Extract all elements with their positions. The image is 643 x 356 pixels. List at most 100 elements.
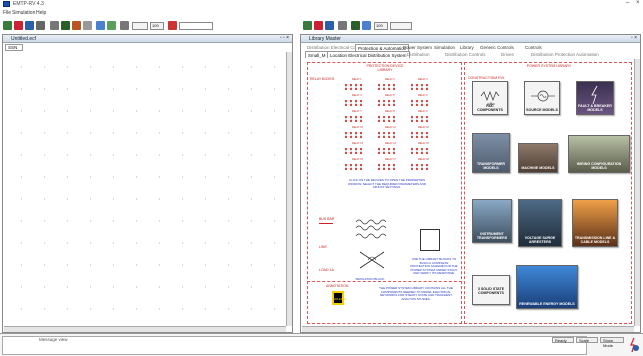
binoculars-icon[interactable] — [61, 21, 70, 30]
diagram-hscroll[interactable] — [4, 326, 286, 332]
tab-generic-controls[interactable]: Generic Controls — [478, 44, 516, 51]
tab-library[interactable]: Library — [458, 44, 476, 51]
print-icon[interactable] — [36, 21, 45, 30]
lib-open-icon[interactable] — [314, 21, 323, 30]
thumb-renewable[interactable]: RENEWABLE ENERGY MODELS — [516, 265, 578, 309]
relay-dot — [382, 135, 386, 139]
relay-symbol[interactable]: RELAY 4 — [344, 94, 362, 107]
relay-dot — [420, 99, 424, 103]
tab-distribution[interactable]: Distribution — [405, 51, 432, 58]
tab-location-eds[interactable]: Location Electrical Distribution System — [327, 51, 410, 58]
library-canvas[interactable]: PROTECTION DEVICE LIBRARY RELAY BOXES RE… — [302, 59, 634, 326]
save-icon[interactable] — [25, 21, 34, 30]
thumb-fault[interactable]: FAULT & BREAKER MODELS — [576, 81, 614, 115]
lib-save-icon[interactable] — [325, 21, 334, 30]
relay-symbol[interactable]: RELAY 14 — [377, 142, 397, 155]
thumb-transmission[interactable]: TRANSMISSION LINE & CABLE MODELS — [572, 199, 618, 247]
lib-binoculars-icon[interactable] — [351, 21, 360, 30]
relay-symbol[interactable]: RELAY 5 — [377, 94, 395, 107]
library-hscroll[interactable] — [302, 326, 634, 332]
plot-icon[interactable] — [107, 21, 116, 30]
relay-dot — [415, 99, 419, 103]
thumb-machine[interactable]: MACHINE MODELS — [518, 143, 558, 173]
thumb-rlc[interactable]: RLC COMPONENTS — [472, 81, 508, 115]
busbar-label: BUS BAR — [319, 217, 335, 221]
relay-symbol[interactable]: RELAY 12 — [410, 126, 430, 139]
lib-zoom-value[interactable]: 100 — [374, 22, 388, 30]
relay-symbol[interactable]: RELAY 11 — [377, 126, 397, 139]
tab-small-m[interactable]: Small_M — [305, 51, 329, 58]
annotation-label: ANNOTATION — [326, 284, 349, 288]
relay-dot — [382, 167, 386, 171]
relay-symbol[interactable]: RELAY 8 — [377, 110, 395, 123]
relay-symbol[interactable]: RELAY 15 — [410, 142, 430, 155]
relay-dot — [425, 115, 429, 119]
thumb-source[interactable]: SOURCE MODELS — [524, 81, 560, 115]
open-icon[interactable] — [14, 21, 23, 30]
relay-symbol[interactable]: RELAY 16 — [344, 158, 364, 171]
relay-dot — [377, 99, 381, 103]
relay-dot — [387, 99, 391, 103]
relay-dot — [387, 131, 391, 135]
thumb-instrument[interactable]: INSTRUMENT TRANSFORMERS — [472, 199, 512, 243]
lib-zoom-slider[interactable] — [390, 22, 412, 30]
relay-dot — [359, 151, 363, 155]
run-icon[interactable] — [96, 21, 105, 30]
tab-controls[interactable]: Controls — [523, 44, 544, 51]
relay-dot — [415, 119, 419, 123]
lib-cut-icon[interactable] — [338, 21, 347, 30]
relay-symbol[interactable]: RELAY 7 — [344, 110, 362, 123]
relay-dot — [349, 115, 353, 119]
thumb-surge[interactable]: VOLTAGE SURGE ARRESTERS — [518, 199, 562, 247]
close-icon[interactable]: × — [636, 0, 640, 6]
pane-controls-icon[interactable]: ▫ ▫ × — [280, 35, 289, 41]
minimize-icon[interactable]: – — [626, 0, 629, 6]
relay-symbol[interactable]: RELAY 9 — [410, 110, 429, 123]
toolbar-field[interactable] — [179, 22, 213, 30]
relay-dot — [344, 119, 348, 123]
relay-label: RELAY 9 — [418, 110, 428, 113]
menu-bar: File Simulation Help — [0, 9, 643, 17]
tab-ssn[interactable]: SSN — [5, 44, 23, 51]
relay-symbol[interactable]: RELAY 18 — [410, 158, 430, 171]
relay-symbol[interactable]: RELAY 3 — [410, 78, 428, 91]
relay-dot — [425, 131, 429, 135]
library-vscroll[interactable] — [634, 59, 640, 326]
diagram-vscroll[interactable] — [286, 52, 292, 326]
record-icon[interactable] — [168, 21, 177, 30]
measurement-block[interactable] — [420, 229, 440, 251]
relay-symbol[interactable]: RELAY 10 — [344, 126, 364, 139]
relay-dot — [410, 147, 414, 151]
thumb-wiring[interactable]: WIRING CONFIGURATION MODELS — [568, 135, 630, 173]
thumb-solid-state[interactable]: 3 SOLID STATE COMPONENTS — [472, 275, 510, 305]
relay-symbol[interactable]: RELAY 6 — [410, 94, 428, 107]
tab-distribution-protection[interactable]: Distribution Protection Automation — [529, 51, 601, 58]
relay-dot — [415, 83, 419, 87]
title-bar: EMTP-RV 4.3 – × — [0, 0, 643, 9]
lib-new-icon[interactable] — [303, 21, 312, 30]
relay-symbol[interactable]: RELAY 17 — [377, 158, 397, 171]
menu-simulation[interactable]: Simulation — [12, 10, 35, 16]
new-icon[interactable] — [3, 21, 12, 30]
relay-symbol[interactable]: RELAY 2 — [377, 78, 395, 91]
settings-icon[interactable] — [83, 21, 92, 30]
component-icon[interactable] — [72, 21, 81, 30]
zoom-value[interactable]: 100 — [150, 22, 164, 30]
relay-symbol[interactable]: RELAY 1 — [344, 78, 362, 91]
thumb-transformer[interactable]: TRANSFORMER MODELS — [472, 133, 510, 173]
cut-icon[interactable] — [50, 21, 59, 30]
menu-help[interactable]: Help — [36, 10, 46, 16]
diagram-canvas[interactable] — [4, 52, 286, 326]
relay-label: RELAY 2 — [385, 78, 395, 81]
tab-power-system[interactable]: Power System — [401, 44, 434, 51]
tab-distribution-controls[interactable]: Distribution Controls — [443, 51, 488, 58]
library-controls-icon[interactable]: ▫ × — [631, 35, 637, 41]
zoom-slider[interactable] — [132, 22, 148, 30]
tab-simulation[interactable]: Simulation — [432, 44, 457, 51]
lib-run-icon[interactable] — [362, 21, 371, 30]
zoom-icon[interactable] — [120, 21, 129, 30]
relay-symbol[interactable]: RELAY 13 — [344, 142, 364, 155]
relay-dot — [354, 119, 358, 123]
tab-drives[interactable]: Drives — [499, 51, 516, 58]
menu-file[interactable]: File — [3, 10, 11, 16]
